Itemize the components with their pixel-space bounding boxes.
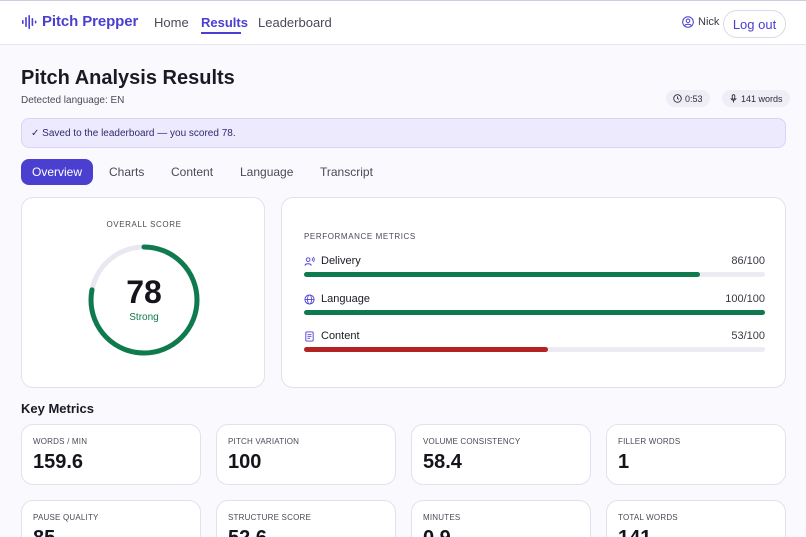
microphone-icon <box>730 94 737 103</box>
clock-icon <box>673 94 682 103</box>
language-bar-fill <box>304 310 765 315</box>
metric-card-label: VOLUME CONSISTENCY <box>423 437 521 446</box>
metric-card-value: 52.6 <box>228 527 267 537</box>
metric-card-pause-quality: PAUSE QUALITY 85 <box>21 500 201 537</box>
user-icon <box>682 16 694 28</box>
word-count-value: 141 words <box>741 93 783 104</box>
key-metrics-title: Key Metrics <box>21 401 94 416</box>
metric-card-pitch-variation: PITCH VARIATION 100 <box>216 424 396 485</box>
tab-overview[interactable]: Overview <box>21 159 93 185</box>
overall-score-rating: Strong <box>129 312 159 323</box>
metric-row-language: Language 100/100 <box>304 293 765 323</box>
performance-metrics-label: PERFORMANCE METRICS <box>304 232 416 241</box>
metric-card-label: WORDS / MIN <box>33 437 88 446</box>
metric-card-value: 85 <box>33 527 55 537</box>
overall-score-label: OVERALL SCORE <box>106 220 182 229</box>
user-name: Nick <box>698 16 720 28</box>
delivery-bar-fill <box>304 272 701 277</box>
metric-row-content: Content 53/100 <box>304 330 765 360</box>
metric-name-language: Language <box>321 293 370 305</box>
metric-card-label: STRUCTURE SCORE <box>228 513 312 522</box>
metric-card-volume-consistency: VOLUME CONSISTENCY 58.4 <box>411 424 591 485</box>
metric-card-label: TOTAL WORDS <box>618 513 678 522</box>
active-nav-underline <box>201 32 241 34</box>
user-voice-icon <box>304 256 315 266</box>
performance-metrics-card: PERFORMANCE METRICS Delivery 86/100 Lang… <box>281 197 786 388</box>
tab-transcript[interactable]: Transcript <box>320 159 373 185</box>
metric-card-label: PITCH VARIATION <box>228 437 300 446</box>
metric-card-label: FILLER WORDS <box>618 437 681 446</box>
metric-card-filler-words: FILLER WORDS 1 <box>606 424 786 485</box>
metric-card-label: MINUTES <box>423 513 461 522</box>
tab-charts[interactable]: Charts <box>109 159 144 185</box>
metric-card-structure-score: STRUCTURE SCORE 52.6 <box>216 500 396 537</box>
word-count-badge: 141 words <box>722 90 790 107</box>
metric-card-words-per-min: WORDS / MIN 159.6 <box>21 424 201 485</box>
logout-button[interactable]: Log out <box>723 10 786 38</box>
detected-language: Detected language: EN <box>21 95 125 106</box>
document-icon <box>305 330 314 342</box>
metric-card-value: 58.4 <box>423 451 462 473</box>
metric-value-delivery: 86/100 <box>731 255 765 267</box>
metric-card-value: 1 <box>618 451 630 473</box>
overall-score-value: 78 <box>126 274 162 310</box>
nav-link-home[interactable]: Home <box>154 15 189 30</box>
metric-card-value: 0.9 <box>423 527 451 537</box>
language-bar-track <box>304 310 765 315</box>
metric-name-delivery: Delivery <box>321 255 361 267</box>
tab-language[interactable]: Language <box>240 159 293 185</box>
waveform-icon <box>22 14 37 29</box>
metric-card-total-words: TOTAL WORDS 141 <box>606 500 786 537</box>
tab-content[interactable]: Content <box>171 159 213 185</box>
content-bar-track <box>304 347 765 352</box>
metric-card-value: 159.6 <box>33 451 84 473</box>
metric-value-content: 53/100 <box>731 330 765 342</box>
metric-name-content: Content <box>321 330 360 342</box>
user-menu[interactable]: Nick <box>682 16 719 28</box>
duration-badge: 0:53 <box>666 90 710 107</box>
brand[interactable]: Pitch Prepper <box>21 13 138 30</box>
saved-banner: ✓ Saved to the leaderboard — you scored … <box>21 118 786 148</box>
duration-value: 0:53 <box>685 93 703 104</box>
metric-card-value: 141 <box>618 527 651 537</box>
top-nav: Pitch Prepper Home Results Leaderboard N… <box>0 0 806 45</box>
metric-value-language: 100/100 <box>725 293 765 305</box>
metric-card-minutes: MINUTES 0.9 <box>411 500 591 537</box>
delivery-bar-track <box>304 272 765 277</box>
metric-row-delivery: Delivery 86/100 <box>304 255 765 285</box>
overall-score-card: OVERALL SCORE 78 Strong <box>21 197 265 388</box>
page-title: Pitch Analysis Results <box>21 67 235 89</box>
metric-card-value: 100 <box>228 451 262 473</box>
content-bar-fill <box>304 347 549 352</box>
metric-card-label: PAUSE QUALITY <box>33 513 99 522</box>
globe-icon <box>304 293 315 305</box>
brand-name: Pitch Prepper <box>42 13 139 30</box>
nav-link-results[interactable]: Results <box>201 15 248 30</box>
nav-link-leaderboard[interactable]: Leaderboard <box>258 15 332 30</box>
